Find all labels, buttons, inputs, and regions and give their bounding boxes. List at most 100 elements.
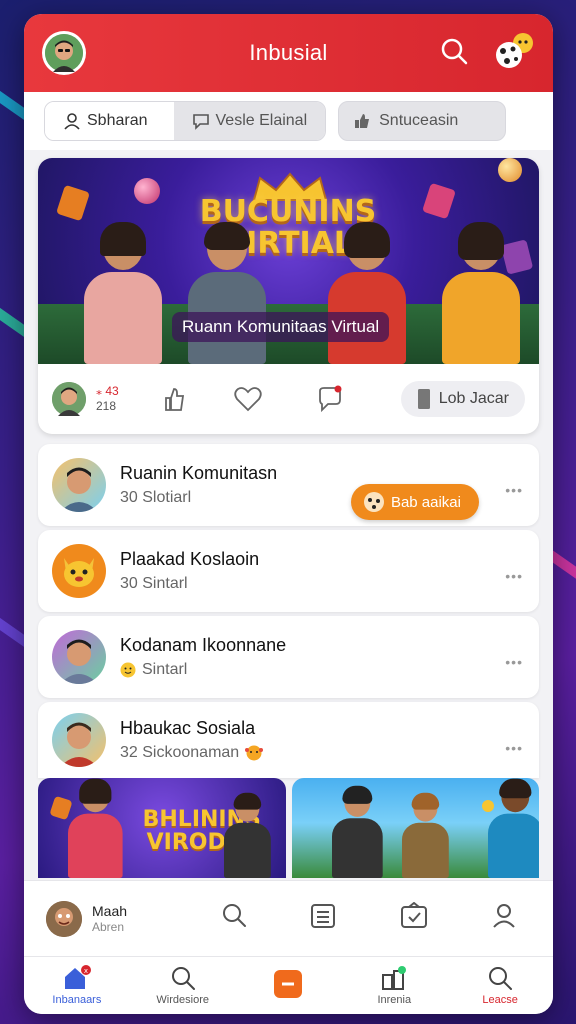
list-icon[interactable] bbox=[309, 902, 337, 935]
list-item-subtitle: 32 Sickoonaman bbox=[120, 744, 264, 762]
list-item[interactable]: Ruanin Komunitasn 30 Slotiarl Bab aaikai… bbox=[38, 444, 539, 526]
more-icon[interactable]: ••• bbox=[505, 654, 523, 670]
nav-label: Leacse bbox=[482, 994, 518, 1006]
tab-label: Sntuceasin bbox=[379, 112, 459, 129]
face-icon bbox=[46, 900, 82, 937]
nav-label: Inrenia bbox=[377, 994, 412, 1006]
more-icon[interactable]: ••• bbox=[505, 740, 523, 756]
list-item-title: Plaakad Koslaoin bbox=[120, 549, 260, 569]
list-item[interactable]: Kodanam Ikoonnane Sintarl ••• bbox=[38, 616, 539, 698]
profile-avatar[interactable] bbox=[42, 31, 86, 75]
thumbnail-row: BHLININS VIRODAL bbox=[38, 778, 539, 878]
tab-sntuceasin[interactable]: Sntuceasin bbox=[338, 101, 507, 141]
fox-avatar bbox=[52, 544, 106, 598]
person-figure bbox=[84, 222, 162, 364]
man-avatar bbox=[52, 630, 106, 684]
featured-card[interactable]: BUCUNINS VIRTIAL Ruann Komunitaas Virtua… bbox=[38, 158, 539, 434]
balloon-decoration bbox=[498, 158, 522, 182]
filter-tabs: Sbharan Vesle Elainal Sntuceasin bbox=[24, 92, 553, 150]
tab-label: Sbharan bbox=[87, 112, 148, 129]
person-figure bbox=[188, 222, 266, 364]
viewer-stats: ⁎ 43 218 bbox=[96, 384, 119, 414]
nav-leacse[interactable]: Leacse bbox=[447, 965, 553, 1006]
stat-bottom: 218 bbox=[96, 399, 117, 413]
nav-add[interactable] bbox=[236, 969, 342, 1002]
app-window: Inbusial Sbharan Vesle Elainal Sntuceasi… bbox=[24, 14, 553, 1014]
list-item[interactable]: Plaakad Koslaoin 30 Sintarl ••• bbox=[38, 530, 539, 612]
person-figure bbox=[224, 792, 271, 878]
nav-search[interactable]: Wirdesiore bbox=[130, 965, 236, 1006]
profile-name: Maah bbox=[92, 903, 128, 920]
nav-label: Inbanaars bbox=[52, 994, 102, 1006]
list-item[interactable]: Hbaukac Sosiala 32 Sickoonaman ••• bbox=[38, 702, 539, 778]
apps-icon bbox=[382, 966, 407, 990]
emoji-icon bbox=[120, 662, 136, 678]
lob-button[interactable]: Lob Jacar bbox=[400, 381, 525, 417]
avatar bbox=[45, 34, 83, 72]
home-icon: x bbox=[64, 965, 91, 989]
banner-caption: Ruann Komunitaas Virtual bbox=[172, 312, 390, 342]
bottom-nav: x Inbanaars Wirdesiore Inrenia Leacse bbox=[24, 956, 553, 1014]
person-figure bbox=[442, 222, 520, 364]
emoji-icon bbox=[245, 745, 264, 761]
box-decoration bbox=[56, 184, 90, 222]
search-icon bbox=[171, 967, 195, 990]
user-avatar[interactable] bbox=[46, 900, 82, 937]
man-avatar bbox=[52, 458, 106, 512]
community-list: Ruanin Komunitasn 30 Slotiarl Bab aaikai… bbox=[38, 444, 539, 778]
profile-icon[interactable] bbox=[491, 902, 517, 935]
svg-text:x: x bbox=[84, 967, 88, 975]
top-bar: Inbusial bbox=[24, 14, 553, 92]
mascot-icon[interactable] bbox=[493, 31, 535, 76]
segmented-tabs: Sbharan Vesle Elainal bbox=[44, 101, 327, 141]
door-icon bbox=[417, 389, 430, 409]
badge-label: Bab aaikai bbox=[390, 493, 461, 511]
box-decoration bbox=[422, 182, 456, 220]
nav-apps[interactable]: Inrenia bbox=[341, 965, 447, 1006]
more-icon[interactable]: ••• bbox=[505, 568, 523, 584]
search-icon bbox=[489, 967, 513, 990]
heart-icon[interactable] bbox=[223, 386, 273, 412]
more-icon[interactable]: ••• bbox=[505, 482, 523, 498]
list-item-title: Ruanin Komunitasn bbox=[120, 463, 278, 483]
nav-home[interactable]: x Inbanaars bbox=[24, 965, 130, 1006]
profile-subtitle: Abren bbox=[92, 919, 125, 934]
person-figure bbox=[401, 792, 449, 878]
calendar-icon[interactable] bbox=[399, 901, 429, 935]
balloon-decoration bbox=[134, 178, 160, 204]
share-icon[interactable] bbox=[149, 386, 199, 412]
featured-actions: ⁎ 43 218 Lob Jacar bbox=[38, 364, 539, 434]
list-item-subtitle-text: 32 Sickoonaman bbox=[120, 744, 240, 761]
user-icon bbox=[64, 113, 80, 130]
add-icon bbox=[274, 970, 303, 998]
nav-label: Wirdesiore bbox=[156, 994, 209, 1006]
search-icon[interactable] bbox=[439, 36, 469, 71]
list-item-title: Hbaukac Sosiala bbox=[120, 718, 256, 738]
profile-bar: Maah Abren bbox=[24, 880, 553, 956]
list-item-subtitle: 30 Slotiarl bbox=[120, 489, 192, 506]
chat-icon bbox=[192, 114, 209, 130]
person-figure bbox=[487, 778, 539, 878]
list-item-subtitle: Sintarl bbox=[120, 661, 286, 679]
join-badge-button[interactable]: Bab aaikai bbox=[350, 484, 479, 520]
stat-top: ⁎ 43 bbox=[96, 384, 119, 398]
list-item-title: Kodanam Ikoonnane bbox=[120, 635, 287, 655]
host-avatar[interactable] bbox=[52, 382, 86, 416]
thumbnail-card[interactable] bbox=[291, 778, 539, 878]
tab-vesle-elainal[interactable]: Vesle Elainal bbox=[173, 102, 326, 140]
thumbnail-card[interactable]: BHLININS VIRODAL bbox=[38, 778, 286, 878]
mascot-icon bbox=[363, 492, 384, 512]
thumb-icon bbox=[355, 114, 370, 128]
featured-banner[interactable]: BUCUNINS VIRTIAL Ruann Komunitaas Virtua… bbox=[38, 158, 539, 364]
person-figure bbox=[68, 778, 123, 878]
person-figure bbox=[328, 222, 406, 364]
list-item-subtitle-text: Sintarl bbox=[142, 661, 188, 678]
tab-label: Vesle Elainal bbox=[215, 112, 308, 129]
person-figure bbox=[331, 785, 383, 878]
tab-sbharan[interactable]: Sbharan bbox=[45, 102, 166, 140]
comment-icon[interactable] bbox=[305, 385, 355, 413]
list-item-subtitle: 30 Sintarl bbox=[120, 575, 188, 592]
search-icon[interactable] bbox=[221, 902, 247, 935]
lob-label: Lob Jacar bbox=[438, 390, 509, 407]
face-icon bbox=[52, 382, 86, 416]
